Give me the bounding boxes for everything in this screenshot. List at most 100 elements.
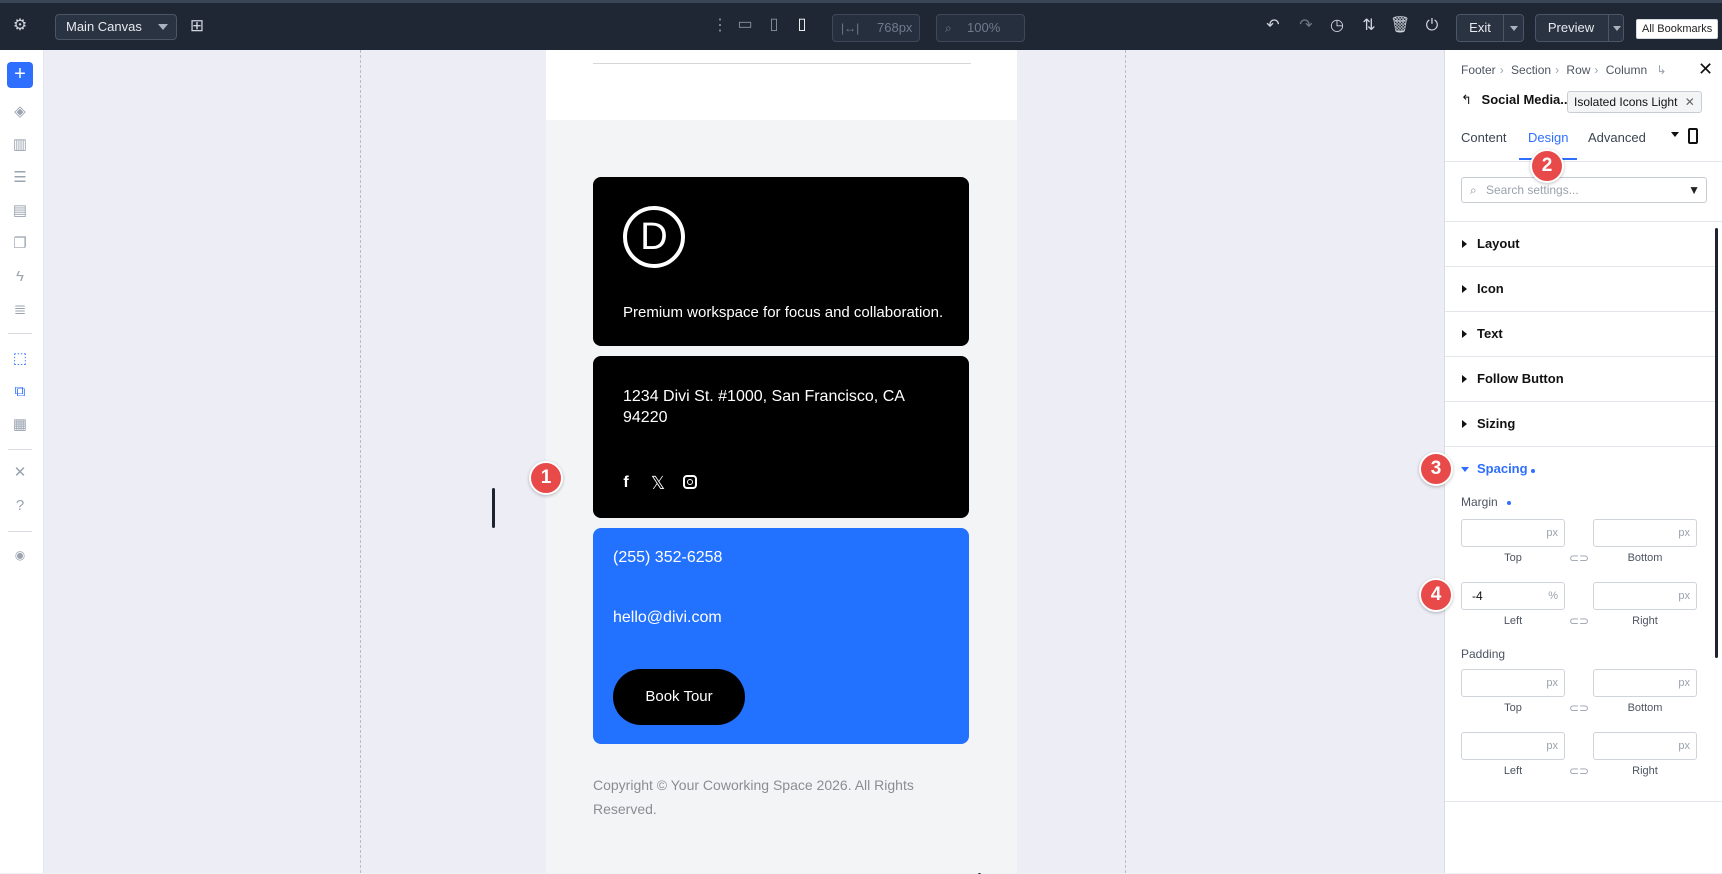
close-icon[interactable]: ✕ [1698, 59, 1713, 79]
caret-down-icon[interactable] [1461, 467, 1469, 472]
grid-icon[interactable]: ⊞ [187, 16, 207, 36]
chevron-down-icon[interactable] [1671, 132, 1679, 137]
padding-top-field[interactable]: px [1461, 669, 1565, 697]
group-text[interactable]: Text [1445, 312, 1717, 357]
desktop-view-icon[interactable]: ▭ [735, 15, 755, 35]
search-settings-input[interactable]: ⌕ Search settings... ▼ [1461, 177, 1707, 203]
template-settings-icon[interactable]: ▦ [9, 414, 31, 436]
left-resize-handle[interactable] [492, 488, 495, 528]
tab-design[interactable]: Design [1528, 130, 1568, 145]
margin-left-value: -4 [1472, 589, 1483, 603]
breadcrumb-row[interactable]: Row [1566, 63, 1590, 77]
breadcrumb-footer[interactable]: Footer [1461, 63, 1496, 77]
chevron-down-icon[interactable] [1613, 26, 1621, 31]
margin-top-field[interactable]: px [1461, 519, 1565, 547]
sort-icon[interactable]: ⇅ [1359, 16, 1379, 36]
margin-bottom-unit[interactable]: px [1678, 520, 1690, 546]
exit-button[interactable]: Exit [1456, 14, 1524, 42]
return-icon[interactable]: ↳ [1656, 63, 1666, 77]
database-icon[interactable]: ☰ [9, 167, 31, 189]
group-follow-button[interactable]: Follow Button [1445, 357, 1717, 402]
all-bookmarks-button[interactable]: All Bookmarks [1636, 19, 1719, 39]
field-caption: Right [1632, 615, 1658, 627]
builder-canvas: D Premium workspace for focus and collab… [44, 50, 1444, 874]
margin-left-field[interactable]: -4 % [1461, 582, 1565, 610]
margin-left-unit[interactable]: % [1548, 583, 1558, 609]
divi-logo: D [623, 206, 685, 268]
add-icon[interactable]: + [7, 62, 33, 88]
panel-scrollbar[interactable] [1715, 228, 1718, 658]
group-sizing[interactable]: Sizing [1445, 402, 1717, 447]
modified-indicator [1507, 501, 1511, 505]
close-icon[interactable]: ✕ [1685, 95, 1695, 109]
power-icon[interactable]: ⏻ [1422, 16, 1442, 36]
padding-bottom-unit[interactable]: px [1678, 670, 1690, 696]
link-icon[interactable]: ⊂⊃ [1569, 551, 1589, 565]
filter-icon[interactable]: ▼ [1688, 178, 1700, 202]
back-icon[interactable]: ↰ [1461, 92, 1472, 107]
phone-view-icon[interactable] [1688, 128, 1698, 144]
pages-icon[interactable]: ❐ [9, 233, 31, 255]
library-icon[interactable]: ▥ [9, 134, 31, 156]
link-icon[interactable]: ⊂⊃ [1569, 614, 1589, 628]
page-header-area [546, 50, 1017, 120]
tools-icon[interactable]: ✕ [9, 462, 31, 484]
book-tour-button[interactable]: Book Tour [613, 669, 745, 725]
tab-advanced[interactable]: Advanced [1588, 130, 1646, 145]
chevron-down-icon[interactable] [1510, 26, 1518, 31]
breadcrumb-section[interactable]: Section [1511, 63, 1551, 77]
guide-line [360, 50, 361, 873]
margin-top-unit[interactable]: px [1546, 520, 1558, 546]
gear-icon[interactable]: ⚙ [10, 16, 30, 36]
trash-icon[interactable]: 🗑 [1390, 16, 1410, 36]
margin-right-unit[interactable]: px [1678, 583, 1690, 609]
padding-left-field[interactable]: px [1461, 732, 1565, 760]
group-layout[interactable]: Layout [1445, 222, 1717, 267]
contact-card[interactable]: (255) 352-6258 hello@divi.com Book Tour [593, 528, 969, 744]
address-card[interactable]: 1234 Divi St. #1000, San Francisco, CA 9… [593, 356, 969, 518]
select-tool-icon[interactable]: ⬚ [9, 348, 31, 370]
preview-button[interactable]: Preview [1535, 14, 1624, 42]
link-icon[interactable]: ⊂⊃ [1569, 701, 1589, 715]
phone-view-icon[interactable]: ▯ [792, 15, 812, 35]
redo-icon[interactable]: ↷ [1296, 16, 1316, 36]
history-icon[interactable]: ◷ [1327, 16, 1347, 36]
search-icon: ⌕ [1470, 183, 1477, 197]
address-text: 1234 Divi St. #1000, San Francisco, CA 9… [623, 388, 905, 426]
link-icon[interactable]: ⊂⊃ [1569, 764, 1589, 778]
layers-icon[interactable]: ◈ [9, 101, 31, 123]
canvas-width-value: 768px [877, 20, 913, 35]
padding-right-field[interactable]: px [1593, 732, 1697, 760]
forms-icon[interactable]: ▤ [9, 200, 31, 222]
top-toolbar: ⚙ Main Canvas ⊞ ⋮ ▭ ▯ ▯ |↔| 768px ⌕ 100%… [0, 0, 1722, 50]
tab-content[interactable]: Content [1461, 130, 1507, 145]
padding-left-unit[interactable]: px [1546, 733, 1558, 759]
margin-right-field[interactable]: px [1593, 582, 1697, 610]
canvas-select-label: Main Canvas [66, 19, 142, 34]
margin-bottom-field[interactable]: px [1593, 519, 1697, 547]
x-icon[interactable]: 𝕏 [648, 473, 668, 493]
more-vertical-icon[interactable]: ⋮ [712, 16, 728, 36]
brand-card[interactable]: D Premium workspace for focus and collab… [593, 177, 969, 346]
preset-tag[interactable]: Isolated Icons Light ✕ [1567, 91, 1702, 113]
undo-icon[interactable]: ↶ [1263, 16, 1283, 36]
multi-select-icon[interactable]: ⧉ [9, 381, 31, 403]
lightning-icon[interactable]: ϟ [9, 266, 31, 288]
zoom-field[interactable]: ⌕ 100% [936, 14, 1025, 42]
canvas-select[interactable]: Main Canvas [55, 14, 177, 40]
facebook-icon[interactable]: f [616, 473, 636, 493]
layout-icon[interactable]: ≣ [9, 299, 31, 321]
padding-bottom-field[interactable]: px [1593, 669, 1697, 697]
field-caption: Left [1503, 765, 1523, 777]
group-spacing[interactable]: Spacing [1477, 461, 1528, 476]
breadcrumb-column[interactable]: Column [1606, 63, 1647, 77]
help-icon[interactable]: ? [9, 495, 31, 517]
padding-right-unit[interactable]: px [1678, 733, 1690, 759]
instagram-icon[interactable] [680, 473, 700, 493]
theme-toggle-icon[interactable]: ◉ [9, 544, 31, 566]
canvas-width-field[interactable]: |↔| 768px [832, 14, 920, 42]
group-icon[interactable]: Icon [1445, 267, 1717, 312]
step-marker-1: 1 [529, 461, 563, 495]
tablet-view-icon[interactable]: ▯ [764, 15, 784, 35]
padding-top-unit[interactable]: px [1546, 670, 1558, 696]
